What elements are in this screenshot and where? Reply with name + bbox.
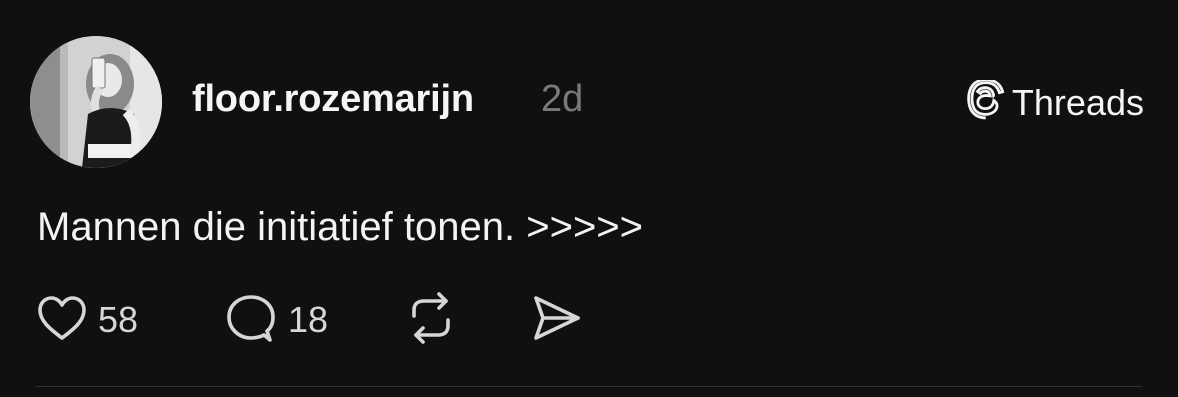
post-text: Mannen die initiatief tonen. >>>>> (37, 205, 644, 249)
thread-post: floor.rozemarijn 2d Threads Mannen die i… (0, 0, 1178, 397)
repost-icon (404, 291, 458, 349)
avatar[interactable] (30, 36, 162, 168)
threads-brand: Threads (966, 78, 1144, 125)
heart-icon (36, 294, 88, 347)
send-icon (530, 293, 584, 348)
username[interactable]: floor.rozemarijn (192, 78, 474, 121)
like-button[interactable]: 58 (36, 294, 138, 346)
like-count: 58 (98, 299, 139, 340)
avatar-photo (30, 36, 162, 168)
threads-logo-icon (966, 78, 1006, 125)
share-button[interactable] (530, 294, 584, 346)
speech-bubble-icon (224, 293, 278, 348)
post-divider (36, 386, 1142, 387)
repost-button[interactable] (404, 291, 458, 349)
reply-button[interactable]: 18 (224, 294, 328, 346)
reply-count: 18 (288, 299, 329, 340)
threads-brand-label: Threads (1011, 81, 1144, 123)
post-time: 2d (541, 78, 584, 120)
